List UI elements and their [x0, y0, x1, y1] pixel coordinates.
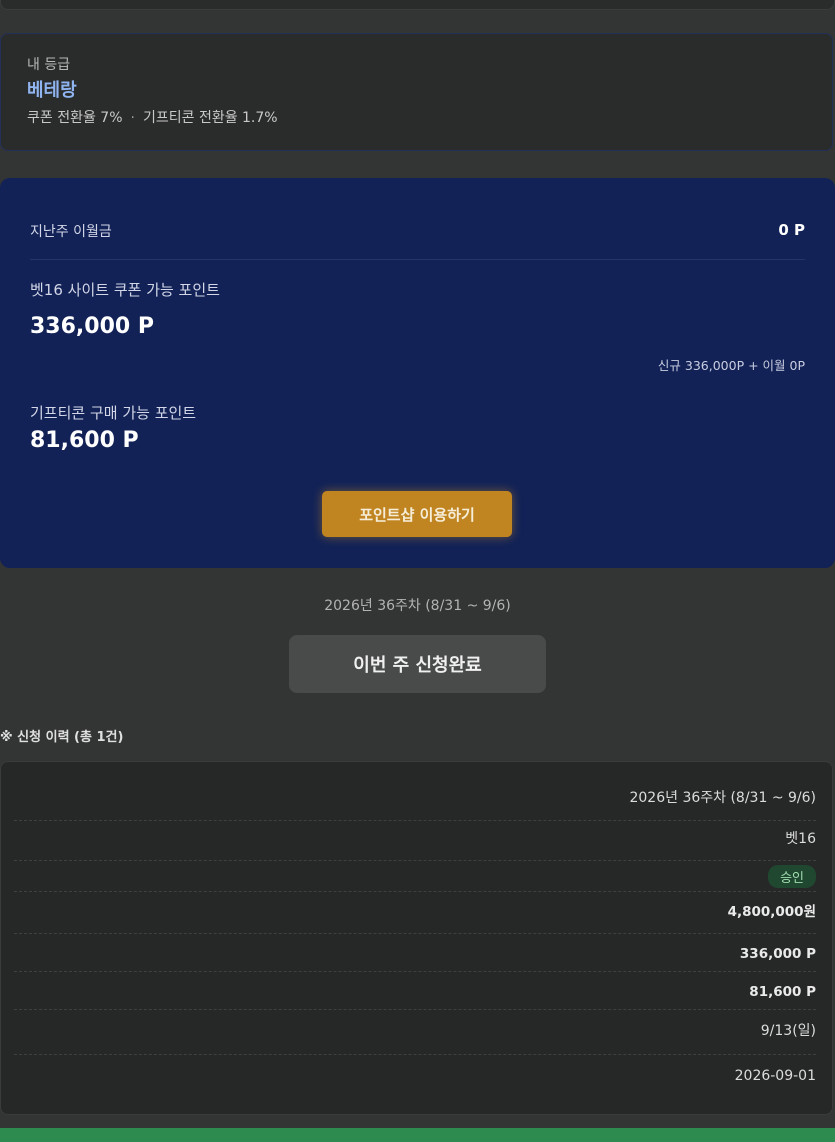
history-row-apply-date: 2026-09-01 [14, 1065, 816, 1087]
grade-rates: 쿠폰 전환율 7% · 기프티콘 전환율 1.7% [27, 107, 278, 127]
apply-complete-button[interactable]: 이번 주 신청완료 [289, 635, 546, 693]
last-week-carryover-label: 지난주 이월금 [30, 224, 112, 240]
grade-name: 베테랑 [27, 80, 77, 101]
history-row-site: 벳16 [14, 827, 816, 849]
coupon-points-detail: 신규 336,000P + 이월 0P [657, 358, 805, 373]
gifticon-points-value: 81,600 P [30, 428, 139, 453]
points-divider [30, 259, 805, 260]
gifticon-points-label: 기프티콘 구매 가능 포인트 [30, 404, 197, 422]
history-row-amount: 4,800,000원 [14, 899, 816, 921]
history-amount: 4,800,000원 [727, 904, 816, 920]
page: 내 등급 베테랑 쿠폰 전환율 7% · 기프티콘 전환율 1.7% 지난주 이월금… [0, 0, 835, 1142]
point-shop-button[interactable]: 포인트샵 이용하기 [322, 491, 512, 537]
coupon-points-value: 336,000 P [30, 314, 154, 339]
history-gifticon-points: 81,600 P [749, 984, 816, 1000]
history-divider [14, 891, 816, 892]
history-title: ※ 신청 이력 (총 1건) [0, 730, 124, 745]
last-week-carryover-value: 0 P [778, 221, 805, 239]
history-apply-date: 2026-09-01 [734, 1068, 816, 1084]
bottom-bar [0, 1128, 835, 1142]
rate-separator: · [130, 110, 135, 126]
status-badge: 승인 [768, 864, 816, 888]
history-row-status: 승인 [14, 864, 816, 888]
grade-label: 내 등급 [27, 57, 71, 73]
history-divider [14, 933, 816, 934]
top-card-fragment [0, 0, 835, 10]
history-card: 2026년 36주차 (8/31 ~ 9/6) 벳16 승인 4,800,000… [0, 761, 833, 1115]
history-divider [14, 820, 816, 821]
coupon-rate: 쿠폰 전환율 7% [27, 110, 123, 126]
current-week-label: 2026년 36주차 (8/31 ~ 9/6) [324, 598, 511, 614]
history-divider [14, 860, 816, 861]
history-site: 벳16 [785, 831, 816, 847]
history-row-week: 2026년 36주차 (8/31 ~ 9/6) [14, 786, 816, 808]
history-divider [14, 1054, 816, 1055]
gifticon-rate: 기프티콘 전환율 1.7% [142, 110, 278, 126]
points-card: 지난주 이월금 0 P 벳16 사이트 쿠폰 가능 포인트 336,000 P … [0, 178, 835, 568]
coupon-points-label: 벳16 사이트 쿠폰 가능 포인트 [30, 281, 220, 299]
history-row-gifticon-points: 81,600 P [14, 981, 816, 1003]
history-row-coupon-points: 336,000 P [14, 943, 816, 965]
history-coupon-points: 336,000 P [739, 946, 816, 962]
history-pay-date: 9/13(일) [760, 1023, 816, 1039]
history-row-pay-date: 9/13(일) [14, 1019, 816, 1041]
history-week: 2026년 36주차 (8/31 ~ 9/6) [629, 790, 816, 806]
grade-card: 내 등급 베테랑 쿠폰 전환율 7% · 기프티콘 전환율 1.7% [0, 33, 833, 151]
history-divider [14, 971, 816, 972]
history-divider [14, 1009, 816, 1010]
